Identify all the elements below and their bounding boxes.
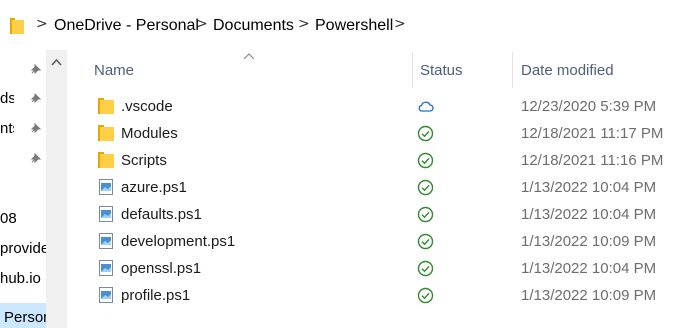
breadcrumb-separator[interactable]: >: [298, 16, 310, 32]
breadcrumb-separator[interactable]: >: [394, 16, 406, 32]
powershell-file-icon: [99, 233, 113, 249]
file-name[interactable]: azure.ps1: [121, 179, 187, 196]
column-header-name[interactable]: Name: [94, 62, 134, 79]
synced-check-icon: [417, 233, 434, 250]
file-row[interactable]: azure.ps1 1/13/2022 10:04 PM: [88, 174, 687, 201]
column-header-status[interactable]: Status: [420, 62, 463, 79]
scroll-up-icon[interactable]: [51, 58, 62, 66]
file-row[interactable]: profile.ps1 1/13/2022 10:09 PM: [88, 282, 687, 309]
file-name[interactable]: development.ps1: [121, 233, 235, 250]
synced-check-icon: [417, 179, 434, 196]
nav-item-downloads[interactable]: ds: [0, 90, 14, 107]
synced-check-icon: [417, 260, 434, 277]
nav-item-provide[interactable]: provide: [0, 240, 46, 257]
folder-icon: [98, 152, 114, 168]
pin-icon: [30, 92, 42, 104]
file-name[interactable]: defaults.ps1: [121, 206, 202, 223]
file-name[interactable]: Scripts: [121, 152, 167, 169]
date-modified: 1/13/2022 10:09 PM: [521, 233, 657, 250]
file-row[interactable]: Scripts 12/18/2021 11:16 PM: [88, 147, 687, 174]
cloud-icon: [418, 101, 434, 112]
date-modified: 12/23/2020 5:39 PM: [521, 98, 657, 115]
column-divider[interactable]: [412, 52, 413, 88]
breadcrumb-powershell[interactable]: Powershell: [315, 17, 393, 35]
breadcrumb-separator[interactable]: >: [36, 16, 48, 32]
synced-check-icon: [417, 125, 434, 142]
breadcrumb-onedrive[interactable]: OneDrive - Personal: [54, 17, 199, 35]
powershell-file-icon: [99, 287, 113, 303]
date-modified: 1/13/2022 10:09 PM: [521, 287, 657, 304]
date-modified: 1/13/2022 10:04 PM: [521, 179, 657, 196]
file-row[interactable]: development.ps1 1/13/2022 10:09 PM: [88, 228, 687, 255]
breadcrumb-separator[interactable]: >: [196, 16, 208, 32]
date-modified: 12/18/2021 11:16 PM: [521, 152, 664, 169]
powershell-file-icon: [99, 260, 113, 276]
synced-check-icon: [417, 152, 434, 169]
file-row[interactable]: .vscode 12/23/2020 5:39 PM: [88, 93, 687, 120]
column-header-date-modified[interactable]: Date modified: [521, 62, 614, 79]
pin-icon: [30, 122, 42, 134]
file-row[interactable]: defaults.ps1 1/13/2022 10:04 PM: [88, 201, 687, 228]
folder-icon: [10, 18, 24, 34]
pin-icon: [30, 152, 42, 164]
file-name[interactable]: .vscode: [121, 98, 173, 115]
file-name[interactable]: openssl.ps1: [121, 260, 201, 277]
synced-check-icon: [417, 287, 434, 304]
file-row[interactable]: Modules 12/18/2021 11:17 PM: [88, 120, 687, 147]
nav-item-08[interactable]: 08: [0, 210, 46, 227]
address-bar[interactable]: > OneDrive - Personal > Documents > Powe…: [0, 0, 687, 50]
sort-ascending-icon: [243, 53, 255, 60]
nav-scrollbar[interactable]: [46, 50, 67, 328]
powershell-file-icon: [99, 179, 113, 195]
column-divider[interactable]: [512, 52, 513, 88]
nav-item-hubio[interactable]: hub.io: [0, 270, 46, 287]
pin-icon: [30, 63, 42, 75]
date-modified: 1/13/2022 10:04 PM: [521, 206, 657, 223]
file-name[interactable]: profile.ps1: [121, 287, 190, 304]
nav-item-documents[interactable]: nts: [0, 120, 14, 137]
breadcrumb-documents[interactable]: Documents: [213, 17, 294, 35]
nav-item-personal[interactable]: Person: [4, 309, 50, 326]
date-modified: 1/13/2022 10:04 PM: [521, 260, 657, 277]
powershell-file-icon: [99, 206, 113, 222]
file-name[interactable]: Modules: [121, 125, 178, 142]
synced-check-icon: [417, 206, 434, 223]
folder-icon: [98, 125, 114, 141]
file-row[interactable]: openssl.ps1 1/13/2022 10:04 PM: [88, 255, 687, 282]
folder-icon: [98, 98, 114, 114]
date-modified: 12/18/2021 11:17 PM: [521, 125, 664, 142]
